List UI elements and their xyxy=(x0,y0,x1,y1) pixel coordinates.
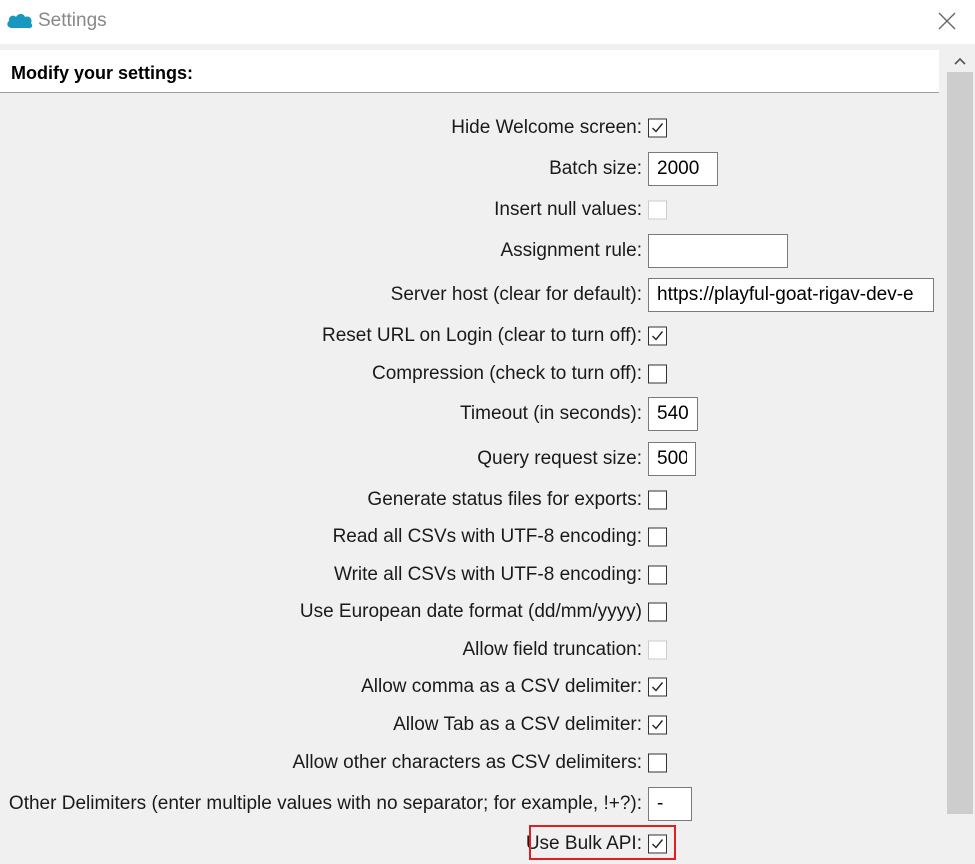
setting-label: Timeout (in seconds): xyxy=(460,403,642,424)
setting-label: Other Delimiters (enter multiple values … xyxy=(8,793,642,814)
chevron-up-icon xyxy=(954,57,966,65)
setting-label: Assignment rule: xyxy=(500,240,642,261)
setting-label: Insert null values: xyxy=(494,199,642,220)
setting-checkbox[interactable] xyxy=(648,118,667,138)
setting-label: Batch size: xyxy=(549,158,642,179)
setting-row: Reset URL on Login (clear to turn off): xyxy=(0,316,945,356)
setting-label: Use European date format (dd/mm/yyyy) xyxy=(299,601,642,622)
checkmark-icon xyxy=(652,682,664,692)
setting-label: Compression (check to turn off): xyxy=(372,363,642,384)
setting-label: Write all CSVs with UTF-8 encoding: xyxy=(334,564,642,585)
setting-label: Allow field truncation: xyxy=(462,639,642,660)
setting-row: Other Delimiters (enter multiple values … xyxy=(0,784,945,824)
setting-text-field[interactable] xyxy=(648,152,718,186)
setting-checkbox[interactable] xyxy=(648,602,667,622)
window-title: Settings xyxy=(38,10,107,31)
setting-checkbox[interactable] xyxy=(648,490,667,510)
checkmark-icon xyxy=(652,123,664,133)
title-bar: Settings xyxy=(0,0,975,44)
setting-row: Timeout (in seconds): xyxy=(0,394,945,434)
setting-row: Query request size: xyxy=(0,439,945,479)
scroll-up-button[interactable] xyxy=(945,50,975,72)
setting-row: Generate status files for exports: xyxy=(0,480,945,520)
setting-row: Use Bulk API: xyxy=(0,824,945,864)
page-title: Modify your settings: xyxy=(11,63,194,83)
setting-row: Allow Tab as a CSV delimiter: xyxy=(0,705,945,745)
setting-row: Assignment rule: xyxy=(0,231,945,271)
setting-text-field[interactable] xyxy=(648,397,698,431)
setting-row: Use European date format (dd/mm/yyyy) xyxy=(0,592,945,632)
salesforce-cloud-icon xyxy=(7,14,33,29)
setting-row: Batch size: xyxy=(0,149,945,189)
setting-checkbox[interactable] xyxy=(648,527,667,547)
setting-checkbox xyxy=(648,640,667,660)
setting-row: Compression (check to turn off): xyxy=(0,354,945,394)
close-icon xyxy=(938,12,956,30)
setting-checkbox[interactable] xyxy=(648,753,667,773)
setting-checkbox[interactable] xyxy=(648,565,667,585)
setting-checkbox[interactable] xyxy=(648,677,667,697)
scroll-thumb[interactable] xyxy=(947,72,973,814)
setting-checkbox xyxy=(648,200,667,220)
setting-row: Allow field truncation: xyxy=(0,630,945,670)
setting-checkbox[interactable] xyxy=(648,715,667,735)
checkmark-icon xyxy=(652,331,664,341)
setting-label: Server host (clear for default): xyxy=(390,284,642,305)
setting-label: Read all CSVs with UTF-8 encoding: xyxy=(332,526,642,547)
setting-row: Write all CSVs with UTF-8 encoding: xyxy=(0,555,945,595)
setting-text-field[interactable] xyxy=(648,442,696,476)
settings-header: Modify your settings: xyxy=(0,50,939,93)
setting-text-field[interactable] xyxy=(648,278,934,312)
setting-label: Allow other characters as CSV delimiters… xyxy=(292,752,642,773)
setting-label: Allow Tab as a CSV delimiter: xyxy=(393,714,642,735)
setting-checkbox[interactable] xyxy=(648,326,667,346)
setting-label: Reset URL on Login (clear to turn off): xyxy=(322,325,642,346)
settings-content: Modify your settings: Hide Welcome scree… xyxy=(0,44,945,864)
setting-row: Server host (clear for default): xyxy=(0,275,945,315)
setting-text-field[interactable] xyxy=(648,787,692,821)
bulk-api-highlight xyxy=(529,825,676,860)
setting-label: Generate status files for exports: xyxy=(367,489,642,510)
setting-checkbox[interactable] xyxy=(648,364,667,384)
setting-row: Allow other characters as CSV delimiters… xyxy=(0,743,945,783)
setting-text-field[interactable] xyxy=(648,234,788,268)
setting-label: Allow comma as a CSV delimiter: xyxy=(361,676,642,697)
vertical-scrollbar[interactable] xyxy=(945,44,975,864)
close-button[interactable] xyxy=(929,6,965,36)
setting-label: Query request size: xyxy=(477,448,642,469)
setting-row: Allow comma as a CSV delimiter: xyxy=(0,667,945,707)
checkmark-icon xyxy=(652,720,664,730)
setting-row: Hide Welcome screen: xyxy=(0,108,945,148)
setting-row: Insert null values: xyxy=(0,190,945,230)
setting-label: Hide Welcome screen: xyxy=(451,117,642,138)
setting-row: Read all CSVs with UTF-8 encoding: xyxy=(0,517,945,557)
